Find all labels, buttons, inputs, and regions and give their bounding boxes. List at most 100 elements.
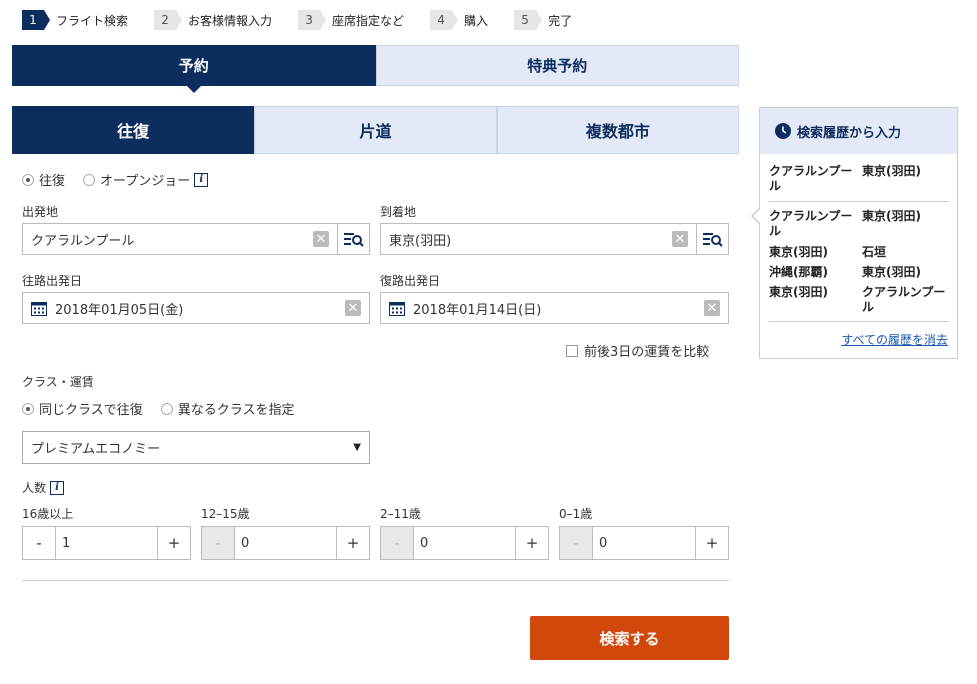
clear-icon[interactable]: ✕: [704, 300, 720, 316]
tab-reservation[interactable]: 予約: [12, 45, 376, 93]
return-date-input[interactable]: 2018年01月14日(日) ✕: [380, 292, 729, 324]
history-entry[interactable]: クアラルンプール 東京(羽田): [769, 209, 949, 239]
passenger-count[interactable]: 0: [593, 527, 695, 559]
step-label: 購入: [464, 13, 489, 28]
class-select[interactable]: プレミアムエコノミー ▼: [22, 431, 370, 464]
passenger-count[interactable]: 0: [414, 527, 515, 559]
step-complete: 5 完了: [514, 10, 572, 30]
tab-award-reservation[interactable]: 特典予約: [375, 45, 739, 86]
increment-button[interactable]: +: [336, 527, 369, 559]
increment-button[interactable]: +: [157, 527, 190, 559]
outbound-date-value[interactable]: 2018年01月05日(金): [47, 299, 345, 318]
search-history-panel: 検索履歴から入力 クアラルンプール 東京(羽田) クアラルンプール 東京(羽田)…: [751, 107, 958, 359]
history-to: 石垣: [862, 245, 887, 259]
return-date-label: 復路出発日: [380, 274, 441, 288]
radio-round-trip[interactable]: 往復: [22, 170, 65, 189]
history-to: 東京(羽田): [862, 209, 921, 223]
departure-value[interactable]: クアラルンプール: [23, 230, 313, 249]
passengers-label: 人数: [22, 481, 47, 495]
dropdown-arrow-icon: ▼: [353, 442, 361, 453]
arrival-value[interactable]: 東京(羽田): [381, 230, 672, 249]
airport-search-icon[interactable]: [696, 224, 728, 254]
history-entry[interactable]: 東京(羽田) 石垣: [769, 245, 949, 260]
radio-button[interactable]: [160, 402, 173, 415]
youth-stepper: - 0 +: [201, 526, 370, 560]
tab-one-way[interactable]: 片道: [254, 106, 497, 154]
radio-open-jaw[interactable]: オープンジョー i: [83, 170, 209, 189]
history-from: 東京(羽田): [769, 245, 828, 259]
arrival-input[interactable]: 東京(羽田) ✕: [380, 223, 729, 255]
step-label: お客様情報入力: [188, 13, 273, 28]
tab-multi-city[interactable]: 複数都市: [496, 106, 739, 154]
calendar-icon[interactable]: [31, 301, 47, 316]
age-group-label: 12–15歳: [201, 507, 250, 521]
history-header: 検索履歴から入力: [760, 108, 957, 154]
airport-search-icon[interactable]: [337, 224, 369, 254]
history-separator: [769, 201, 949, 202]
outbound-date-input[interactable]: 2018年01月05日(金) ✕: [22, 292, 370, 324]
history-to: 東京(羽田): [862, 164, 921, 178]
history-entry[interactable]: クアラルンプール 東京(羽田): [769, 164, 949, 194]
decrement-button[interactable]: -: [23, 527, 56, 559]
age-group-label: 2–11歳: [380, 507, 421, 521]
passenger-count[interactable]: 0: [235, 527, 336, 559]
history-from: 沖縄(那覇): [769, 265, 828, 279]
history-entry[interactable]: 東京(羽田) クアラルンプール: [769, 285, 949, 315]
history-to: クアラルンプール: [862, 285, 946, 314]
trip-type-tabs: 往復 片道 複数都市: [12, 106, 739, 154]
decrement-button[interactable]: -: [560, 527, 593, 559]
step-label: フライト検索: [56, 13, 129, 28]
tab-round-trip[interactable]: 往復: [12, 106, 255, 154]
step-purchase: 4 購入: [430, 10, 488, 30]
radio-different-class[interactable]: 異なるクラスを指定: [160, 399, 295, 418]
departure-input[interactable]: クアラルンプール ✕: [22, 223, 370, 255]
step-customer-info: 2 お客様情報入力: [154, 10, 272, 30]
history-entry[interactable]: 沖縄(那覇) 東京(羽田): [769, 265, 949, 280]
history-from: クアラルンプール: [769, 164, 853, 193]
age-group-label: 16歳以上: [22, 507, 74, 521]
decrement-button[interactable]: -: [381, 527, 414, 559]
clear-history-link[interactable]: すべての履歴を消去: [841, 331, 948, 348]
radio-button[interactable]: [83, 173, 96, 186]
compare-fares-checkbox[interactable]: 前後3日の運賃を比較: [566, 341, 709, 360]
outbound-date-label: 往路出発日: [22, 274, 83, 288]
history-from: 東京(羽田): [769, 285, 828, 299]
radio-button[interactable]: [22, 173, 34, 186]
history-to: 東京(羽田): [862, 265, 921, 279]
progress-steps: 1 フライト検索 2 お客様情報入力 3 座席指定など 4 購入 5 完了: [22, 10, 598, 30]
passengers-heading: 人数 i: [22, 479, 65, 496]
trip-radio-group: 往復 オープンジョー i: [22, 170, 226, 189]
departure-label: 出発地: [22, 205, 59, 219]
radio-label: 同じクラスで往復: [39, 403, 143, 418]
step-seat-selection: 3 座席指定など: [298, 10, 404, 30]
class-selected-value: プレミアムエコノミー: [31, 442, 161, 457]
increment-button[interactable]: +: [695, 527, 728, 559]
child-stepper: - 0 +: [380, 526, 549, 560]
calendar-icon[interactable]: [389, 301, 405, 316]
booking-type-tabs: 予約 特典予約: [12, 45, 739, 93]
step-label: 完了: [548, 13, 573, 28]
search-button[interactable]: 検索する: [530, 616, 729, 660]
step-number: 2: [154, 10, 183, 30]
info-icon[interactable]: i: [50, 480, 65, 495]
clear-icon[interactable]: ✕: [672, 231, 688, 247]
arrival-label: 到着地: [380, 205, 417, 219]
clock-icon: [775, 123, 791, 139]
radio-same-class[interactable]: 同じクラスで往復: [22, 399, 143, 418]
checkbox-label: 前後3日の運賃を比較: [584, 345, 710, 360]
radio-button[interactable]: [22, 402, 34, 415]
return-date-value[interactable]: 2018年01月14日(日): [405, 299, 704, 318]
class-label: クラス・運賃: [22, 375, 94, 389]
increment-button[interactable]: +: [515, 527, 548, 559]
checkbox[interactable]: [566, 344, 578, 357]
age-group-label: 0–1歳: [559, 507, 593, 521]
info-icon[interactable]: i: [194, 172, 209, 187]
radio-label: 異なるクラスを指定: [177, 403, 295, 418]
clear-icon[interactable]: ✕: [313, 231, 329, 247]
step-number: 5: [514, 10, 543, 30]
clear-icon[interactable]: ✕: [345, 300, 361, 316]
decrement-button[interactable]: -: [202, 527, 235, 559]
history-separator: [769, 321, 949, 322]
radio-label: オープンジョー: [100, 174, 191, 189]
passenger-count[interactable]: 1: [56, 527, 157, 559]
